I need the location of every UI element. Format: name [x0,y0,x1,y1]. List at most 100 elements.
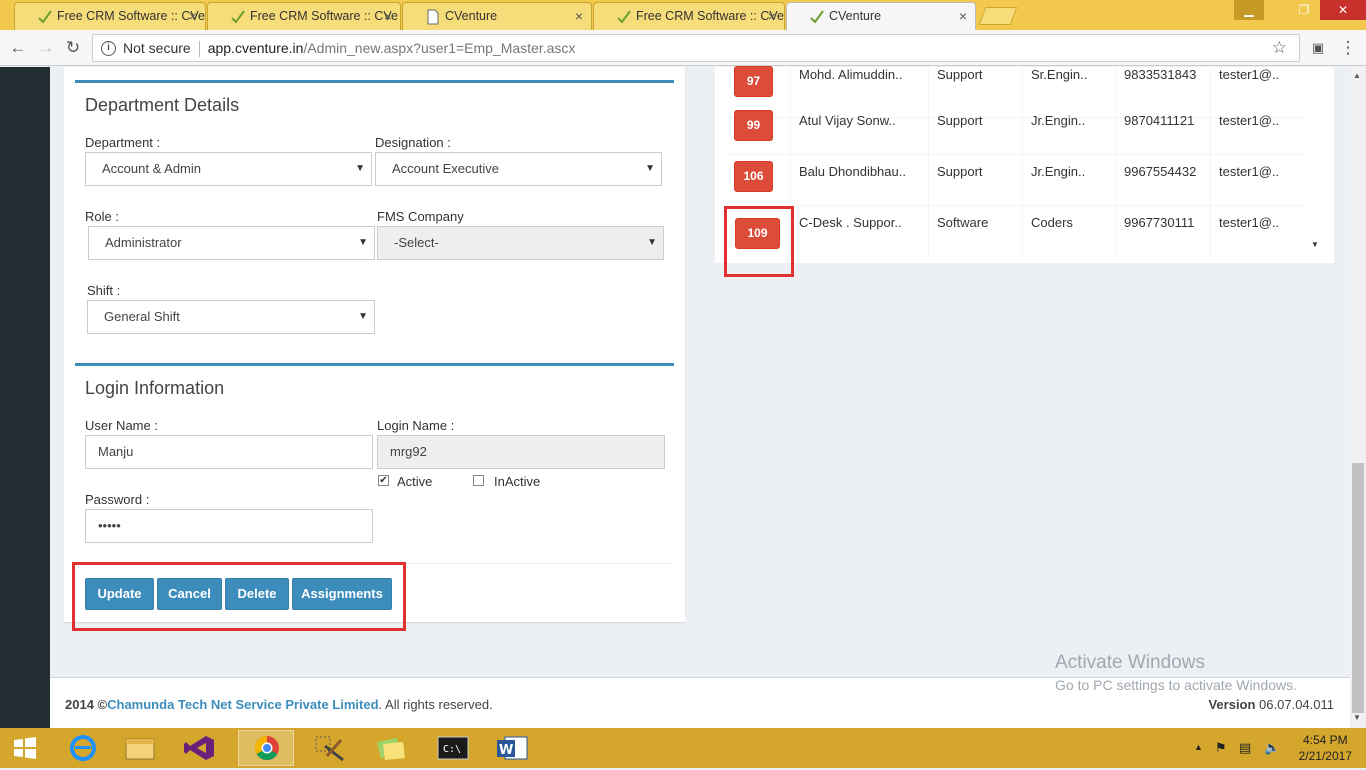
minimize-icon[interactable]: ▁ [1234,0,1264,20]
close-icon[interactable]: × [189,3,197,29]
designation-cell: Jr.Engin.. [1023,155,1116,206]
role-label: Role : [85,209,119,224]
close-icon[interactable]: × [384,3,392,29]
browser-tab-3[interactable]: CVenture × [402,2,592,30]
scroll-up-icon[interactable]: ▲ [1353,71,1361,80]
rights-text: . All rights reserved. [378,697,493,712]
page-scrollbar[interactable]: ▲ ▼ [1350,67,1366,728]
admin-sidebar [0,67,50,728]
svg-text:C:\: C:\ [443,744,461,755]
dept-cell: Support [929,104,1023,155]
scroll-down-icon[interactable]: ▼ [1353,713,1361,722]
browser-tab-1[interactable]: Free CRM Software :: CVe × [14,2,206,30]
address-bar: ← → ↻ i Not secure app.cventure.in/Admin_… [0,30,1366,66]
email-cell: tester1@.. [1219,113,1280,128]
browser-tab-2[interactable]: Free CRM Software :: CVe × [207,2,401,30]
role-selected: Administrator [105,235,182,250]
browser-tab-strip: Free CRM Software :: CVe × Free CRM Soft… [0,0,1366,30]
scroll-down-icon[interactable]: ▼ [1311,240,1319,249]
phone-cell: 9967554432 [1116,155,1211,206]
internet-explorer-icon[interactable] [55,730,111,766]
shift-select[interactable]: General Shift ▼ [87,300,375,334]
url-host: app.cventure.in [207,40,304,56]
chrome-icon[interactable] [238,730,294,766]
inactive-label: InActive [494,474,541,489]
department-label: Department : [85,135,161,150]
browser-tab-4[interactable]: Free CRM Software :: CVe × [593,2,785,30]
active-label: Active [397,474,433,489]
shift-selected: General Shift [104,309,180,324]
close-icon[interactable]: × [768,3,776,29]
system-clock[interactable]: 4:54 PM 2/21/2017 [1299,732,1352,764]
email-cell: tester1@.. [1219,215,1280,230]
active-checkbox[interactable]: ✔ [378,475,389,486]
cventure-check-icon [38,10,52,24]
employee-id-button[interactable]: 99 [734,110,773,141]
restore-icon[interactable]: ❐ [1289,0,1319,20]
password-label: Password : [85,492,150,507]
table-row: 99 Atul Vijay Sonw.. Support Jr.Engin.. … [725,104,1306,155]
highlight-id-annotation [724,206,794,277]
loginname-input[interactable]: mrg92 [377,435,665,469]
windows-start-icon[interactable] [0,730,50,766]
command-prompt-icon[interactable]: C:\ [425,730,481,766]
microsoft-word-icon[interactable]: W [485,730,541,766]
info-icon[interactable]: i [101,41,116,56]
designation-cell: Coders [1023,206,1116,257]
scroll-thumb[interactable] [1352,463,1364,713]
security-label: Not secure [123,40,191,56]
tab-title: Free CRM Software :: CVe [250,9,398,23]
document-icon [427,9,439,25]
tools-icon[interactable] [303,730,359,766]
id-cell: 99 [725,104,791,155]
activate-windows-title: Activate Windows [1055,652,1205,673]
department-select[interactable]: Account & Admin ▼ [85,152,372,186]
table-row: 106 Balu Dhondibhau.. Support Jr.Engin..… [725,155,1306,206]
designation-select[interactable]: Account Executive ▼ [375,152,662,186]
tab-title: CVenture [445,9,498,23]
highlight-buttons-annotation [72,562,406,631]
chevron-down-icon: ▼ [645,163,655,174]
fms-company-select[interactable]: -Select- ▼ [377,226,664,260]
copyright-year: 2014 © [65,697,108,712]
username-label: User Name : [85,418,158,433]
inactive-checkbox[interactable] [473,475,484,486]
network-icon[interactable]: ▤ [1239,740,1251,756]
chevron-down-icon: ▼ [355,163,365,174]
reload-icon[interactable]: ↻ [61,36,85,60]
forward-arrow-icon[interactable]: → [34,36,58,60]
copyright-text: 2014 ©Chamunda Tech Net Service Private … [65,697,493,712]
bookmark-star-icon[interactable]: ☆ [1272,35,1287,61]
visual-studio-icon[interactable] [172,730,228,766]
shift-label: Shift : [87,283,121,298]
employee-id-button[interactable]: 106 [734,161,773,192]
url-field[interactable]: i Not secure app.cventure.in/Admin_new.as… [92,34,1300,62]
role-select[interactable]: Administrator ▼ [88,226,375,260]
username-input[interactable]: Manju [85,435,373,469]
tab-title: CVenture [829,9,882,23]
clock-time: 4:54 PM [1302,733,1348,747]
browser-tab-5-active[interactable]: CVenture × [786,2,976,30]
sticky-notes-icon[interactable] [363,730,419,766]
fms-company-selected: -Select- [394,235,439,250]
close-icon[interactable]: × [575,3,583,29]
password-input[interactable]: ••••• [85,509,373,543]
menu-icon[interactable]: ⋮ [1336,36,1360,60]
flag-icon[interactable]: ⚑ [1215,740,1227,756]
volume-icon[interactable]: 🔈 [1264,740,1280,756]
extension-icon[interactable]: ▣ [1306,36,1330,60]
url-path: /Admin_new.aspx?user1=Emp_Master.ascx [303,40,576,56]
login-information-box: Login Information User Name : Manju Logi… [75,363,674,561]
activate-windows-subtitle: Go to PC settings to activate Windows. [1055,677,1297,693]
department-details-title: Department Details [85,95,240,115]
table-scrollbar[interactable]: ▼ [1306,67,1324,253]
file-explorer-icon[interactable] [112,730,168,766]
close-icon[interactable]: × [959,3,967,29]
window-close-icon[interactable]: ✕ [1320,0,1366,20]
new-tab-button[interactable] [978,7,1018,25]
tray-expand-icon[interactable]: ▲ [1194,742,1203,752]
company-link[interactable]: Chamunda Tech Net Service Private Limite… [107,697,378,712]
employee-id-button[interactable]: 97 [734,66,773,97]
back-arrow-icon[interactable]: ← [6,36,30,60]
cventure-check-icon [810,10,824,24]
